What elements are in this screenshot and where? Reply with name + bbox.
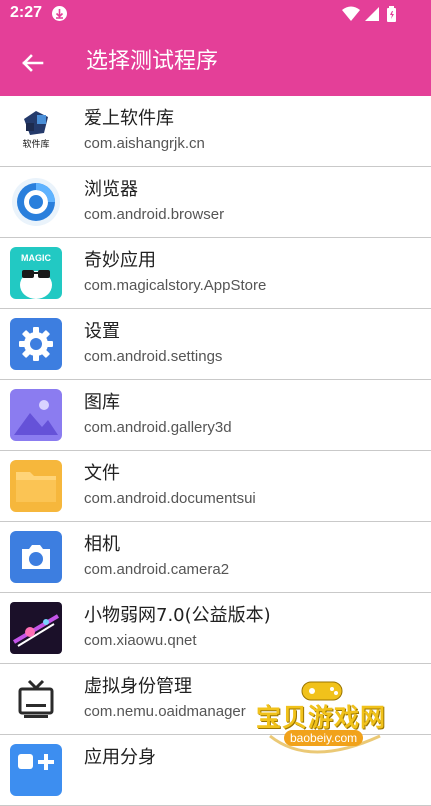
app-package: com.nemu.oaidmanager [84, 703, 246, 720]
magic-app-icon: MAGIC [10, 247, 62, 299]
app-name: 爱上软件库 [84, 108, 174, 129]
list-item[interactable]: 相机 com.android.camera2 [0, 522, 431, 593]
status-bar: 2:27 [0, 0, 431, 28]
list-item[interactable]: MAGIC 奇妙应用 com.magicalstory.AppStore [0, 238, 431, 309]
app-package: com.android.settings [84, 348, 223, 365]
app-name: 虚拟身份管理 [84, 676, 192, 697]
app-package: com.android.documentsui [84, 490, 256, 507]
app-name: 图库 [84, 392, 120, 413]
app-package: com.android.browser [84, 206, 225, 223]
list-item[interactable]: 图库 com.android.gallery3d [0, 380, 431, 451]
app-package: com.android.gallery3d [84, 419, 232, 436]
list-item[interactable]: 浏览器 com.android.browser [0, 167, 431, 238]
tv-app-icon [10, 673, 62, 725]
status-time: 2:27 [10, 4, 43, 21]
app-name: 设置 [84, 321, 120, 342]
page-title: 选择测试程序 [86, 49, 219, 74]
gallery-app-icon [10, 389, 62, 441]
list-item[interactable]: 软件库 爱上软件库 com.aishangrjk.cn [0, 96, 431, 167]
xiaowu-app-icon [10, 602, 62, 654]
app-list: 软件库 爱上软件库 com.aishangrjk.cn 浏览器 com.andr… [0, 96, 431, 806]
app-package: com.magicalstory.AppStore [84, 277, 267, 294]
status-icons [341, 5, 401, 23]
app-package: com.android.camera2 [84, 561, 230, 578]
back-arrow-icon[interactable] [18, 48, 48, 78]
app-bar: 选择测试程序 [0, 28, 431, 96]
app-name: 小物弱网7.0(公益版本) [84, 605, 271, 626]
list-item[interactable]: 虚拟身份管理 com.nemu.oaidmanager [0, 664, 431, 735]
wifi-icon [342, 6, 360, 21]
signal-icon [365, 7, 379, 21]
files-app-icon [10, 460, 62, 512]
browser-app-icon [10, 176, 62, 228]
download-icon [52, 6, 67, 21]
magic-icon-text: MAGIC [21, 253, 51, 263]
list-item[interactable]: 设置 com.android.settings [0, 309, 431, 380]
aishang-icon-text: 软件库 [22, 138, 49, 150]
aishang-app-icon: 软件库 [10, 105, 62, 157]
clone-app-icon [10, 744, 62, 796]
list-item[interactable]: 应用分身 [0, 735, 431, 806]
app-package: com.aishangrjk.cn [84, 135, 205, 152]
camera-app-icon [10, 531, 62, 583]
list-item[interactable]: 小物弱网7.0(公益版本) com.xiaowu.qnet [0, 593, 431, 664]
settings-app-icon [10, 318, 62, 370]
app-name: 文件 [84, 463, 120, 484]
app-name: 相机 [84, 534, 120, 555]
app-name: 奇妙应用 [84, 250, 156, 271]
battery-icon [387, 6, 396, 22]
app-name: 浏览器 [84, 179, 138, 200]
list-item[interactable]: 文件 com.android.documentsui [0, 451, 431, 522]
app-package: com.xiaowu.qnet [84, 632, 197, 649]
